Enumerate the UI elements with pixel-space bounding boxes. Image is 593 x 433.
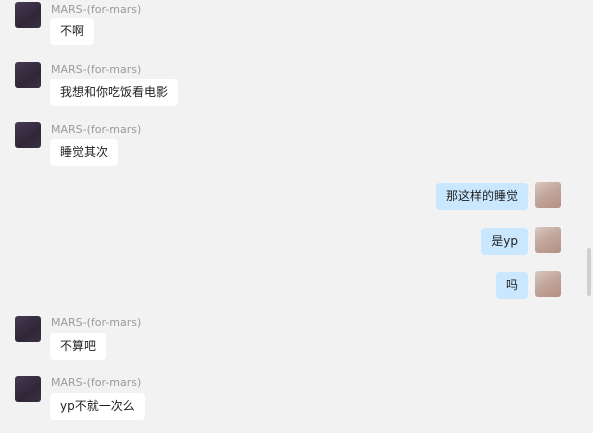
incoming-message-bubble[interactable]: 不啊	[50, 18, 95, 45]
incoming-message-bubble[interactable]: 我想和你吃饭看电影	[50, 79, 179, 106]
sender-avatar[interactable]	[15, 62, 41, 88]
sender-name: MARS-(for-mars)	[51, 316, 142, 329]
sender-name: MARS-(for-mars)	[51, 376, 142, 389]
incoming-message-bubble[interactable]: yp不就一次么	[50, 393, 145, 420]
outgoing-message-bubble[interactable]: 是yp	[481, 228, 528, 255]
sender-avatar[interactable]	[15, 122, 41, 148]
chat-message-list: MARS-(for-mars) 不啊 MARS-(for-mars) 我想和你吃…	[0, 0, 593, 433]
sender-name: MARS-(for-mars)	[51, 3, 142, 16]
my-avatar[interactable]	[535, 227, 561, 253]
sender-name: MARS-(for-mars)	[51, 123, 142, 136]
sender-avatar[interactable]	[15, 376, 41, 402]
sender-avatar[interactable]	[15, 316, 41, 342]
scrollbar[interactable]	[587, 248, 591, 296]
outgoing-message-bubble[interactable]: 吗	[495, 272, 528, 299]
incoming-message-bubble[interactable]: 睡觉其次	[50, 139, 119, 166]
sender-name: MARS-(for-mars)	[51, 63, 142, 76]
sender-avatar[interactable]	[15, 2, 41, 28]
incoming-message-bubble[interactable]: 不算吧	[50, 333, 107, 360]
my-avatar[interactable]	[535, 182, 561, 208]
outgoing-message-bubble[interactable]: 那这样的睡觉	[435, 183, 528, 210]
my-avatar[interactable]	[535, 271, 561, 297]
